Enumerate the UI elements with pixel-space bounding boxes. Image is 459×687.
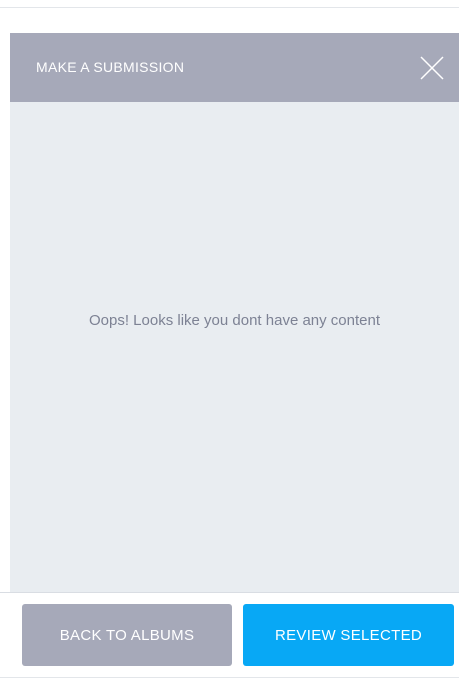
back-to-albums-button[interactable]: BACK TO ALBUMS <box>22 604 232 666</box>
modal-header: MAKE A SUBMISSION <box>10 33 459 102</box>
top-edge <box>0 0 459 8</box>
submission-modal: MAKE A SUBMISSION Oops! Looks like you d… <box>0 0 459 687</box>
close-icon <box>420 56 444 80</box>
modal-title: MAKE A SUBMISSION <box>36 59 185 75</box>
empty-state-message: Oops! Looks like you dont have any conte… <box>88 312 381 329</box>
modal-footer: BACK TO ALBUMS REVIEW SELECTED <box>0 593 459 677</box>
content-area: Oops! Looks like you dont have any conte… <box>10 102 459 592</box>
bottom-edge <box>0 677 459 687</box>
review-selected-button[interactable]: REVIEW SELECTED <box>243 604 454 666</box>
close-button[interactable] <box>419 55 445 81</box>
